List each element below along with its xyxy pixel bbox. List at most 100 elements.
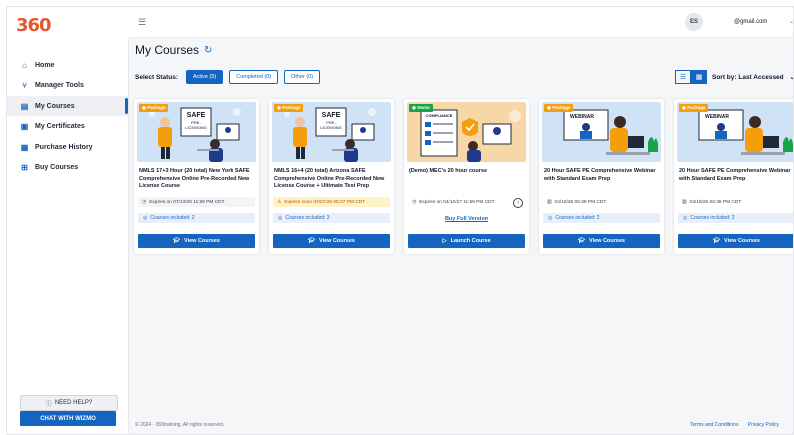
expiration-text: Expires on 07/13/26 11:59 PM CDT — [149, 199, 225, 205]
sidebar-item-my-courses[interactable]: ▤ My Courses — [7, 96, 128, 117]
sidebar-nav: ⌂ Home ⑂ Manager Tools ▤ My Courses ▣ My… — [7, 55, 128, 179]
badge-label: Package — [552, 105, 571, 110]
svg-text:WEBINAR: WEBINAR — [570, 114, 594, 120]
logo-text: 360 — [16, 15, 52, 36]
button-label: View Courses — [184, 238, 220, 244]
button-label: View Courses — [319, 238, 355, 244]
menu-toggle-icon[interactable]: ☰ — [138, 17, 146, 28]
warning-icon: ⚠ — [277, 199, 282, 205]
play-icon: ▷ — [442, 238, 447, 244]
info-icon[interactable]: i — [513, 198, 523, 208]
need-help-button[interactable]: ⓘ NEED HELP? — [20, 395, 118, 411]
logo[interactable]: 360 — [16, 15, 52, 45]
calendar-icon: ▥ — [547, 199, 552, 205]
status-label: Select Status: — [135, 73, 178, 81]
view-courses-button[interactable]: 🎓︎ View Courses — [543, 234, 660, 248]
expiration-info: ◷ Expires on 07/13/26 11:59 PM CDT — [138, 197, 255, 207]
privacy-link[interactable]: Privacy Policy — [748, 422, 779, 428]
graduation-cap-icon: 🎓︎ — [308, 238, 315, 244]
courses-included[interactable]: ◎ Courses included: 2 — [138, 213, 255, 223]
course-title[interactable]: (Demo) MEC's 20 hour course — [409, 168, 525, 176]
home-icon: ⌂ — [22, 60, 27, 70]
svg-text:WEBINAR: WEBINAR — [705, 114, 729, 120]
refresh-icon[interactable]: ↻ — [204, 45, 212, 56]
course-title[interactable]: 20 Hour SAFE PE Comprehensive Webinar wi… — [544, 168, 660, 183]
help-icon: ⓘ — [45, 401, 52, 408]
button-label: Launch Course — [450, 238, 491, 244]
expiration-info: ▥ 04/15/26 06:38 PM CDT — [678, 197, 793, 207]
launch-course-button[interactable]: ▷ Launch Course — [408, 234, 525, 248]
sidebar-item-my-certificates[interactable]: ▣ My Certificates — [7, 117, 128, 137]
expiration-info: ◷ Expires on 04/10/27 11:59 PM CDT — [408, 197, 525, 207]
sidebar-item-label: Buy Courses — [35, 164, 79, 172]
button-label: View Courses — [589, 238, 625, 244]
package-badge: ◉ Package — [544, 104, 574, 112]
courses-included[interactable]: ◎ Courses included: 2 — [543, 213, 660, 223]
sidebar-item-label: My Courses — [35, 102, 75, 110]
view-courses-button[interactable]: 🎓︎ View Courses — [138, 234, 255, 248]
sidebar-item-label: Manager Tools — [35, 82, 84, 90]
demo-badge: ◉ Demo — [409, 104, 433, 112]
list-view-icon[interactable]: ☰ — [675, 70, 691, 84]
filter-active[interactable]: Active (5) — [186, 70, 224, 84]
view-courses-button[interactable]: 🎓︎ View Courses — [273, 234, 390, 248]
certificate-icon: ▣ — [20, 122, 29, 132]
need-help-label: NEED HELP? — [54, 400, 93, 406]
sidebar-item-manager-tools[interactable]: ⑂ Manager Tools — [7, 76, 128, 96]
footer-links: Terms and Conditions Privacy Policy — [690, 422, 787, 428]
course-card: WEBINAR ◉ Package 20 Hour SAFE PE Compre… — [674, 99, 793, 254]
filter-other[interactable]: Other (0) — [284, 70, 321, 84]
courses-included[interactable]: ◎ Courses included: 2 — [678, 213, 793, 223]
grid-view-icon[interactable]: ▦ — [691, 70, 707, 84]
chevron-down-icon[interactable]: ⌄ — [789, 18, 793, 25]
course-title[interactable]: NMLS 17+3 Hour (20 total) New York SAFE … — [139, 168, 255, 191]
courses-included-text: Courses included: 2 — [150, 215, 195, 221]
chat-with-wizmo-button[interactable]: CHAT WITH WIZMO — [20, 411, 116, 426]
stack-icon: ◎ — [143, 215, 148, 221]
expiration-text: 04/15/26 06:38 PM CDT — [554, 199, 607, 205]
course-thumbnail: WEBINAR ◉ Package — [677, 102, 793, 162]
svg-text:SAFE: SAFE — [322, 112, 341, 119]
sort-label: Sort by: Last Accessed — [712, 74, 784, 81]
status-filter-row: Select Status: Active (5) Completed (0) … — [135, 70, 326, 84]
sidebar: 360 ⌂ Home ⑂ Manager Tools ▤ My Courses … — [7, 7, 129, 434]
sidebar-item-label: My Certificates — [35, 123, 85, 131]
graduation-cap-icon: 🎓︎ — [173, 238, 180, 244]
buy-full-version-link[interactable]: Buy Full Version — [404, 216, 529, 222]
courses-included[interactable]: ◎ Courses included: 3 — [273, 213, 390, 223]
badge-label: Package — [147, 105, 166, 110]
chevron-down-icon: ⌄ — [789, 74, 793, 81]
view-courses-button[interactable]: 🎓︎ View Courses — [678, 234, 793, 248]
sidebar-item-label: Purchase History — [35, 143, 93, 151]
sidebar-item-purchase-history[interactable]: ▦ Purchase History — [7, 137, 128, 157]
avatar[interactable]: ES — [685, 13, 703, 31]
button-label: View Courses — [724, 238, 760, 244]
graduation-cap-icon: 🎓︎ — [578, 238, 585, 244]
package-badge: ◉ Package — [274, 104, 304, 112]
expiration-text: 04/15/26 06:38 PM CDT — [689, 199, 742, 205]
course-card: SAFE PRE- LICENSING ◉ Package NMLS 16+4 … — [269, 99, 394, 254]
badge-label: Package — [282, 105, 301, 110]
course-thumbnail: SAFE PRE- LICENSING ◉ Package — [137, 102, 256, 162]
course-title[interactable]: NMLS 16+4 (20 total) Arizona SAFE Compre… — [274, 168, 390, 191]
package-badge: ◉ Package — [139, 104, 169, 112]
course-card: COMPLIANCE ◉ Demo (Demo) MEC's 20 hour c… — [404, 99, 529, 254]
filter-completed[interactable]: Completed (0) — [229, 70, 279, 84]
terms-link[interactable]: Terms and Conditions — [690, 422, 738, 428]
svg-text:COMPLIANCE: COMPLIANCE — [426, 113, 453, 118]
sidebar-item-home[interactable]: ⌂ Home — [7, 55, 128, 75]
course-title[interactable]: 20 Hour SAFE PE Comprehensive Webinar wi… — [679, 168, 793, 183]
clock-icon: ◷ — [142, 199, 147, 205]
cart-icon: ⊞ — [21, 163, 28, 173]
expiration-text: Expires on 04/10/27 11:59 PM CDT — [419, 199, 495, 205]
svg-text:LICENSING: LICENSING — [320, 125, 342, 130]
sort-dropdown[interactable]: Sort by: Last Accessed ⌄ — [712, 73, 793, 81]
svg-text:SAFE: SAFE — [187, 112, 206, 119]
expiration-text: Expires soon 04/07/26 05:37 PM CDT — [284, 199, 366, 205]
hierarchy-icon: ⑂ — [22, 81, 27, 91]
stack-icon: ◎ — [683, 215, 688, 221]
badge-label: Demo — [417, 105, 430, 110]
graduation-cap-icon: 🎓︎ — [713, 238, 720, 244]
sidebar-item-buy-courses[interactable]: ⊞ Buy Courses — [7, 158, 128, 178]
expiration-info: ▥ 04/15/26 06:38 PM CDT — [543, 197, 660, 207]
